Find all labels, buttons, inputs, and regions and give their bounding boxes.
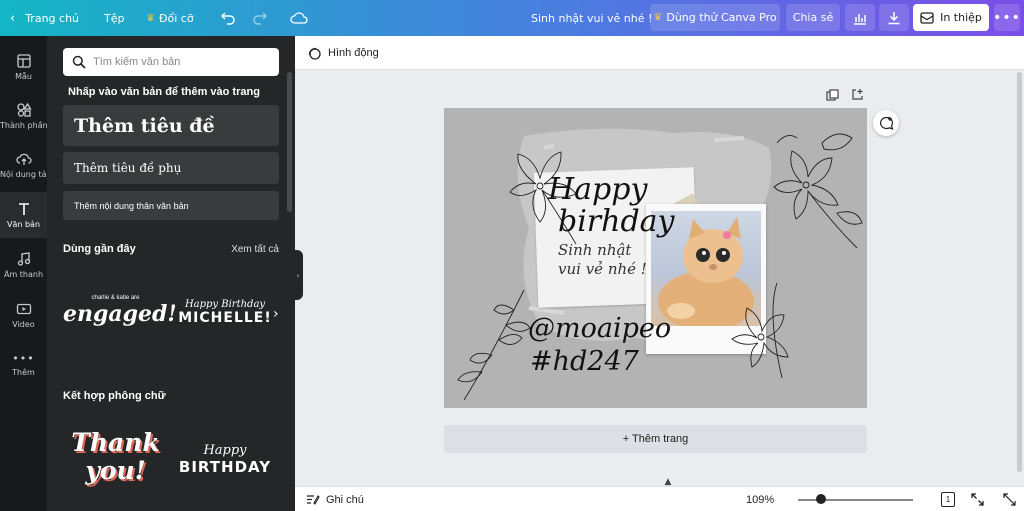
design-text-sinh-nhat[interactable]: Sinh nhật bbox=[558, 241, 631, 259]
music-note-icon bbox=[17, 252, 30, 266]
notes-button[interactable]: Ghi chú bbox=[306, 487, 364, 511]
design-text-handle[interactable]: @moaipeo bbox=[528, 313, 671, 344]
add-subheading-button[interactable]: Thêm tiêu đề phụ bbox=[63, 152, 279, 184]
rail-item-video[interactable]: Video bbox=[0, 292, 47, 338]
add-page-icon-button[interactable] bbox=[851, 88, 864, 104]
rail-item-uploads[interactable]: Nội dung tải lên bbox=[0, 142, 47, 188]
rail-item-text[interactable]: Văn bản bbox=[0, 192, 47, 238]
expand-icon bbox=[971, 493, 984, 506]
see-all-link[interactable]: Xem tất cả bbox=[231, 244, 279, 255]
rail-item-elements[interactable]: Thành phần bbox=[0, 93, 47, 139]
text-icon bbox=[18, 203, 29, 215]
duplicate-page-button[interactable] bbox=[826, 89, 839, 105]
chevron-left-icon: ‹ bbox=[296, 270, 300, 280]
design-text-happy[interactable]: Happy bbox=[548, 172, 647, 207]
recent-text-card-michelle[interactable]: Happy Birthday MICHELLE! bbox=[175, 281, 275, 351]
search-input[interactable] bbox=[93, 56, 263, 68]
home-link[interactable]: ‹ Trang chủ bbox=[10, 0, 79, 36]
duplicate-icon bbox=[826, 89, 839, 101]
recent-text-card-engaged[interactable]: charlie & katie are engaged! bbox=[63, 281, 177, 351]
video-icon bbox=[16, 303, 31, 315]
panel-scrollbar[interactable] bbox=[287, 72, 292, 212]
animate-icon bbox=[308, 47, 321, 60]
try-pro-button[interactable]: ♛ Dùng thử Canva Pro bbox=[650, 4, 780, 31]
download-icon bbox=[888, 11, 900, 24]
undo-icon bbox=[221, 12, 235, 25]
design-canvas[interactable]: Happy birhday Sinh nhật vui vẻ nhé ! @mo… bbox=[444, 108, 867, 408]
animate-button[interactable]: Hình động bbox=[307, 46, 379, 60]
crown-icon: ♛ bbox=[146, 12, 155, 24]
rail-item-more[interactable]: ••• Thêm bbox=[0, 341, 47, 387]
bottom-bar: Ghi chú 109% 1 bbox=[295, 486, 1024, 511]
add-comment-button[interactable] bbox=[873, 110, 899, 136]
floral-line-art-right bbox=[773, 133, 863, 249]
file-menu[interactable]: Tệp bbox=[104, 0, 124, 36]
templates-icon bbox=[16, 54, 31, 68]
download-button[interactable] bbox=[879, 4, 909, 31]
more-dots-icon: ••• bbox=[993, 9, 1021, 26]
print-button[interactable]: In thiệp bbox=[913, 4, 989, 31]
page-count-button[interactable]: 1 bbox=[941, 487, 955, 511]
expand-arrows-icon bbox=[1003, 493, 1016, 506]
redo-button[interactable] bbox=[252, 0, 268, 36]
more-dots-icon: ••• bbox=[12, 351, 35, 365]
shapes-icon bbox=[16, 102, 32, 117]
search-box[interactable] bbox=[63, 48, 279, 76]
font-combos-title: Kết hợp phông chữ bbox=[63, 390, 166, 402]
floral-line-art-bottom-right bbox=[731, 282, 789, 379]
crown-icon: ♛ bbox=[653, 12, 663, 23]
help-button[interactable] bbox=[1003, 487, 1016, 511]
chevron-right-icon[interactable]: › bbox=[273, 306, 279, 322]
undo-button[interactable] bbox=[220, 0, 236, 36]
fullscreen-button[interactable] bbox=[971, 487, 984, 511]
search-icon bbox=[72, 55, 86, 69]
add-page-icon bbox=[852, 89, 863, 100]
insights-button[interactable] bbox=[845, 4, 875, 31]
upload-cloud-icon bbox=[15, 153, 32, 165]
cloud-icon bbox=[290, 12, 308, 24]
document-title[interactable]: Sinh nhật vui vẻ nhé ! bbox=[531, 0, 652, 36]
card-icon bbox=[920, 11, 934, 24]
rail-item-templates[interactable]: Mẫu bbox=[0, 44, 47, 90]
panel-hint: Nhấp vào văn bản để thêm vào trang bbox=[68, 86, 260, 98]
notes-icon bbox=[307, 494, 320, 505]
design-text-birhday[interactable]: birhday bbox=[558, 204, 675, 239]
top-bar: ‹ Trang chủ Tệp ♛ Đổi cỡ Sinh nhật vui v… bbox=[0, 0, 1024, 36]
design-text-vui-ve[interactable]: vui vẻ nhé ! bbox=[558, 260, 647, 278]
design-text-hashtag[interactable]: #hd247 bbox=[530, 346, 639, 377]
more-menu-button[interactable]: ••• bbox=[993, 4, 1021, 31]
font-combo-card-happy-birthday[interactable]: Happy BIRTHDAY bbox=[175, 421, 275, 506]
add-body-text-button[interactable]: Thêm nội dung thân văn bản bbox=[63, 191, 279, 220]
add-heading-button[interactable]: Thêm tiêu đề bbox=[63, 105, 279, 146]
share-button[interactable]: Chia sẻ bbox=[786, 4, 840, 31]
text-panel: Nhấp vào văn bản để thêm vào trang Thêm … bbox=[47, 36, 295, 511]
editor-toolbar: Hình động bbox=[295, 36, 1024, 70]
collapse-panel-button[interactable]: ‹ bbox=[293, 250, 303, 300]
cloud-save-status[interactable] bbox=[290, 0, 308, 36]
recent-section-title: Dùng gần đây bbox=[63, 243, 136, 255]
bar-chart-icon bbox=[854, 13, 866, 25]
zoom-slider-knob[interactable] bbox=[816, 494, 826, 504]
resize-button[interactable]: ♛ Đổi cỡ bbox=[146, 0, 194, 36]
rail-item-audio[interactable]: Âm thanh bbox=[0, 242, 47, 288]
add-page-button[interactable]: + Thêm trang bbox=[444, 425, 867, 453]
editor-scrollbar[interactable] bbox=[1017, 72, 1022, 472]
page-count-badge: 1 bbox=[941, 492, 955, 507]
left-rail: Mẫu Thành phần Nội dung tải lên Văn bản … bbox=[0, 36, 47, 511]
font-combo-card-thank-you[interactable]: Thank you! bbox=[63, 421, 168, 506]
zoom-level[interactable]: 109% bbox=[746, 487, 774, 511]
redo-icon bbox=[253, 12, 267, 25]
chevron-left-icon: ‹ bbox=[10, 10, 16, 26]
comment-add-icon bbox=[879, 116, 893, 130]
